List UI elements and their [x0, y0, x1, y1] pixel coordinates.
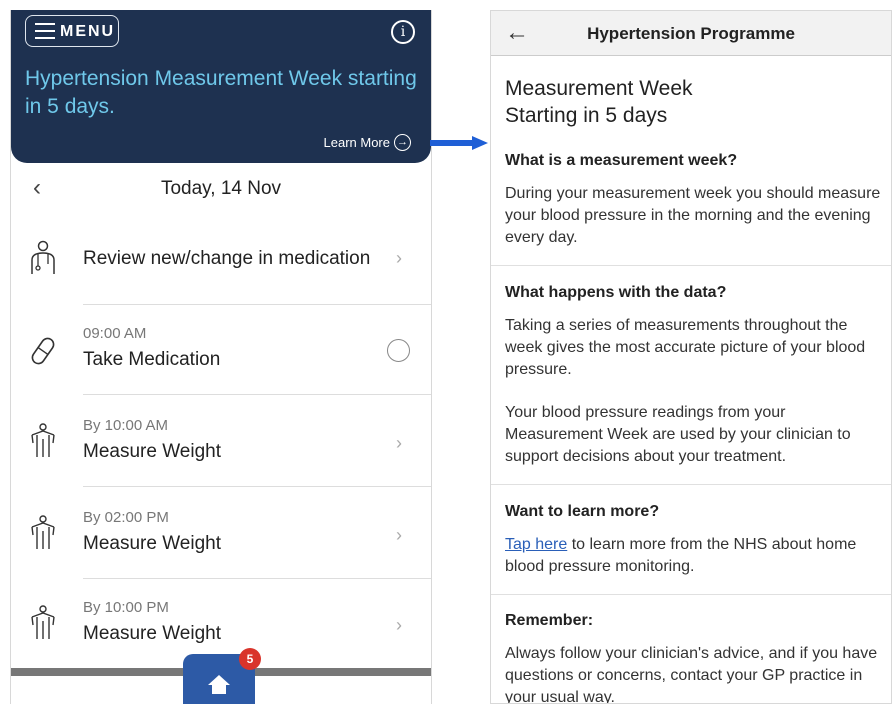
task-name: Measure Weight — [83, 533, 221, 554]
home-icon — [208, 675, 230, 694]
learn-more-label: Learn More — [323, 135, 390, 150]
task-time: By 10:00 PM — [83, 599, 169, 616]
learn-more-link[interactable]: Learn More → — [324, 134, 411, 151]
announcement-banner: MENU i Hypertension Measurement Week sta… — [11, 10, 431, 163]
section-text: During your measurement week you should … — [505, 185, 881, 246]
hamburger-icon — [35, 23, 55, 39]
divider — [491, 484, 891, 485]
task-name: Take Medication — [83, 349, 221, 370]
current-date: Today, 14 Nov — [160, 178, 282, 199]
heading-line-1: Measurement Week — [505, 77, 693, 100]
tap-here-link[interactable]: Tap here — [505, 536, 567, 553]
section-text: Tap here to learn more from the NHS abou… — [505, 534, 883, 578]
doctor-icon — [31, 240, 55, 274]
section-title: What happens with the data? — [505, 284, 727, 301]
header-bar: ← Hypertension Programme — [491, 11, 891, 56]
chevron-right-icon: › — [396, 433, 402, 453]
arrow-right-circle-icon: → — [394, 134, 411, 151]
person-icon — [31, 423, 55, 457]
task-item[interactable]: 09:00 AM Take Medication — [11, 305, 431, 395]
chevron-right-icon: › — [396, 248, 402, 268]
section-title: What is a measurement week? — [505, 152, 738, 169]
task-item[interactable]: By 02:00 PM Measure Weight › — [11, 487, 431, 579]
person-icon — [31, 605, 55, 639]
divider — [491, 265, 891, 266]
heading-line-2: Starting in 5 days — [505, 104, 668, 127]
task-item[interactable]: By 10:00 AM Measure Weight › — [11, 395, 431, 487]
task-time: 09:00 AM — [83, 325, 147, 342]
section-text: Taking a series of measurements througho… — [505, 317, 866, 378]
header-title: Hypertension Programme — [587, 24, 795, 43]
task-name: Measure Weight — [83, 623, 221, 644]
programme-detail-screen: ← Hypertension Programme Measurement Wee… — [490, 10, 892, 704]
divider — [491, 594, 891, 595]
notification-badge: 5 — [239, 648, 261, 670]
pill-icon — [31, 337, 55, 365]
transition-arrow-icon — [430, 136, 488, 150]
task-name: Measure Weight — [83, 441, 221, 462]
task-name: Review new/change in medication — [83, 248, 371, 269]
info-icon[interactable]: i — [391, 20, 415, 44]
section-title: Remember: — [505, 612, 594, 629]
section-text: Your blood pressure readings from your M… — [505, 404, 851, 465]
section-text: Always follow your clinician's advice, a… — [505, 645, 878, 704]
menu-button[interactable]: MENU — [25, 15, 119, 47]
menu-label: MENU — [60, 23, 116, 40]
completion-checkbox[interactable] — [387, 339, 410, 362]
task-item[interactable]: Review new/change in medication › — [11, 215, 431, 305]
banner-title: Hypertension Measurement Week starting i… — [25, 67, 417, 118]
page-heading: Measurement Week Starting in 5 days — [505, 75, 693, 129]
person-icon — [31, 515, 55, 549]
task-time: By 10:00 AM — [83, 417, 169, 434]
home-screen: MENU i Hypertension Measurement Week sta… — [10, 10, 432, 704]
chevron-right-icon: › — [396, 615, 402, 635]
task-time: By 02:00 PM — [83, 509, 169, 526]
section-title: Want to learn more? — [505, 503, 660, 520]
chevron-right-icon: › — [396, 525, 402, 545]
date-navigator: ‹ Today, 14 Nov — [11, 170, 431, 210]
